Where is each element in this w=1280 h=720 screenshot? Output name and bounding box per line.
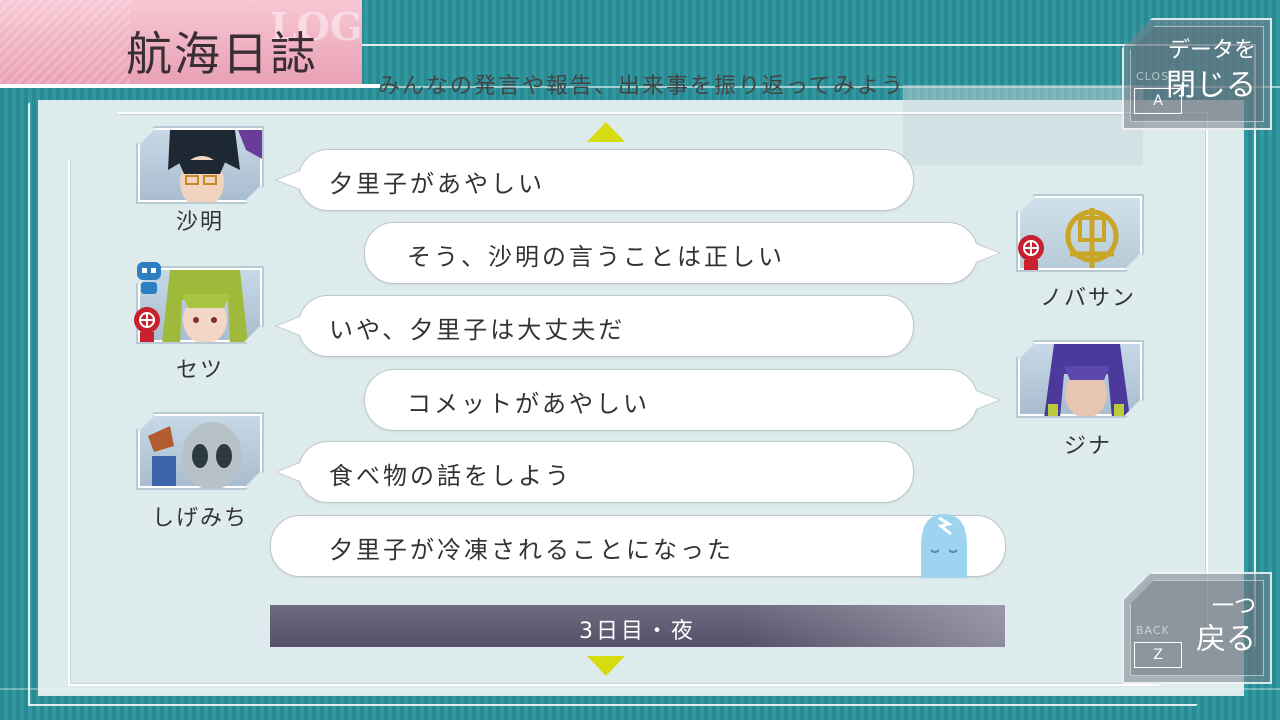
speaker-name: ノバサン xyxy=(1039,286,1136,311)
avatar-shigemichi xyxy=(138,414,262,488)
speaker-name: ジナ xyxy=(1063,434,1112,459)
bubble-text: 夕里子が冷凍されることになった xyxy=(329,536,734,564)
close-button[interactable]: CLOSE データを 閉じる A xyxy=(1122,18,1272,130)
blue-robot-badge-icon xyxy=(137,262,161,294)
avatar-gina xyxy=(1018,342,1142,416)
back-button[interactable]: BACK 一つ 戻る Z xyxy=(1122,572,1272,684)
bubble-tail xyxy=(275,170,300,190)
phase-label: 3日目・夜 xyxy=(579,619,696,644)
page-subtitle: みんなの発言や報告、出来事を振り返ってみよう xyxy=(378,74,905,99)
page-title: 航海日誌 xyxy=(126,27,318,81)
shamin-portrait-icon xyxy=(140,130,264,204)
speech-bubble: 食べ物の話をしよう xyxy=(275,441,914,503)
speaker-name: しげみち xyxy=(151,506,248,531)
shigemichi-portrait-icon xyxy=(140,416,264,490)
red-skull-badge-icon xyxy=(134,307,160,342)
bubble-tail xyxy=(976,390,1001,410)
speaker-name: 沙明 xyxy=(175,210,224,235)
bubble-tail xyxy=(976,243,1001,263)
title-tab-stripes xyxy=(0,0,130,84)
frozen-head-icon xyxy=(921,514,967,578)
title-tab: LOG 航海日誌 xyxy=(0,0,362,84)
back-button-small-label: BACK xyxy=(1136,624,1170,637)
bubble-tail xyxy=(275,462,300,482)
close-key-hint: A xyxy=(1134,88,1182,114)
red-skull-badge-icon xyxy=(1018,235,1044,270)
bubble-text: いや、夕里子は大丈夫だ xyxy=(329,316,626,344)
back-button-line2: 戻る xyxy=(1196,622,1256,657)
speech-bubble: いや、夕里子は大丈夫だ xyxy=(275,295,914,357)
bubble-tail xyxy=(275,316,300,336)
speech-bubble: 夕里子があやしい xyxy=(275,149,914,211)
speech-bubble: そう、沙明の言うことは正しい xyxy=(364,222,1001,284)
back-key-hint: Z xyxy=(1134,642,1182,668)
scroll-up-icon[interactable] xyxy=(587,122,625,142)
scroll-down-icon[interactable] xyxy=(587,656,625,676)
bubble-text: そう、沙明の言うことは正しい xyxy=(407,243,785,271)
speaker-name: セツ xyxy=(175,358,224,383)
bubble-text: 食べ物の話をしよう xyxy=(329,462,572,490)
bubble-text: 夕里子があやしい xyxy=(329,170,545,198)
speech-bubble: コメットがあやしい xyxy=(364,369,1001,431)
title-underline xyxy=(0,84,380,88)
gina-portrait-icon xyxy=(1020,344,1144,418)
avatar-shamin xyxy=(138,128,262,202)
bubble-text: コメットがあやしい xyxy=(407,390,650,418)
phase-divider: 3日目・夜 xyxy=(270,605,1005,647)
system-message-bubble: 夕里子が冷凍されることになった xyxy=(270,514,1006,578)
